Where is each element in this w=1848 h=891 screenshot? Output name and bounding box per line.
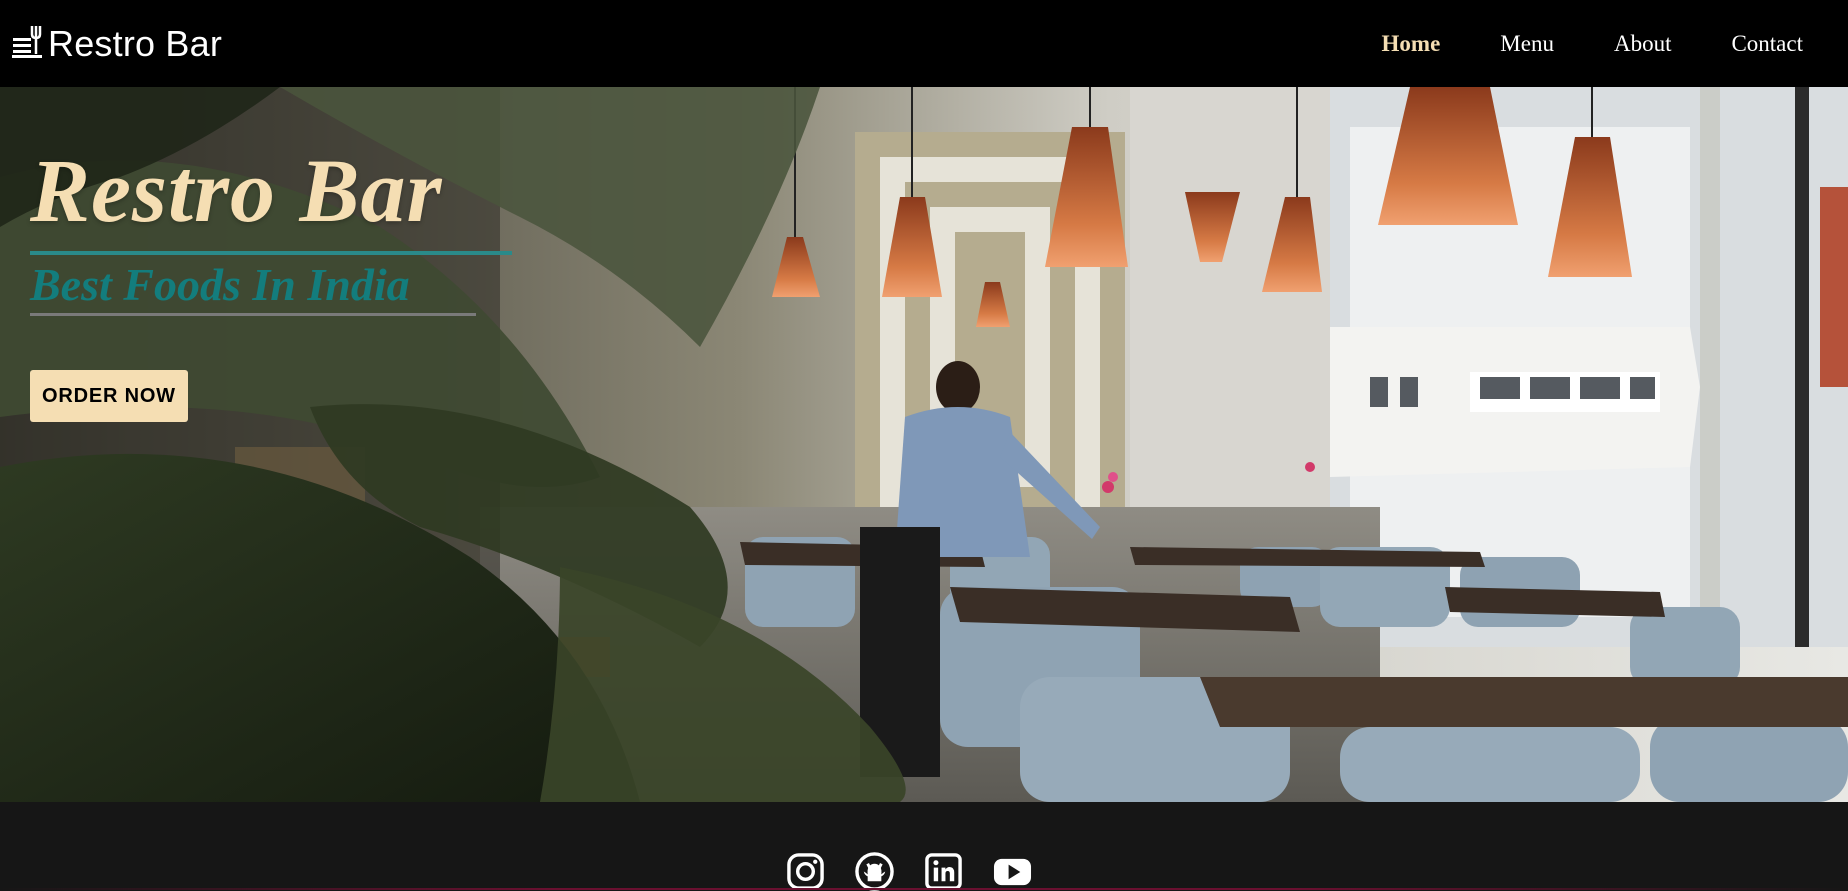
hero-section: Restro Bar Best Foods In India ORDER NOW xyxy=(0,87,1848,802)
youtube-link[interactable] xyxy=(993,852,1032,891)
youtube-icon xyxy=(993,858,1032,886)
instagram-link[interactable] xyxy=(786,852,825,891)
footer xyxy=(0,802,1848,891)
hero-title: Restro Bar xyxy=(30,142,443,241)
nav-link-home[interactable]: Home xyxy=(1382,31,1441,57)
brand-name: Restro Bar xyxy=(48,22,223,64)
navbar: Restro Bar Home Menu About Contact xyxy=(0,0,1848,87)
nav-link-about[interactable]: About xyxy=(1614,31,1672,57)
github-link[interactable] xyxy=(855,852,894,891)
nav-link-contact[interactable]: Contact xyxy=(1731,31,1803,57)
subtitle-underline xyxy=(30,313,476,317)
github-icon xyxy=(855,852,894,891)
linkedin-link[interactable] xyxy=(924,852,963,891)
fork-knife-icon xyxy=(12,25,42,58)
linkedin-icon xyxy=(925,853,962,890)
title-underline xyxy=(30,251,512,255)
nav-links: Home Menu About Contact xyxy=(1322,31,1803,57)
nav-link-menu[interactable]: Menu xyxy=(1500,31,1554,57)
order-now-button[interactable]: ORDER NOW xyxy=(30,370,188,423)
instagram-icon xyxy=(787,853,824,890)
hero-subtitle: Best Foods In India xyxy=(30,259,410,310)
hero-content: Restro Bar Best Foods In India ORDER NOW xyxy=(30,142,512,423)
social-links xyxy=(786,852,1032,891)
brand-link[interactable]: Restro Bar xyxy=(12,23,222,65)
